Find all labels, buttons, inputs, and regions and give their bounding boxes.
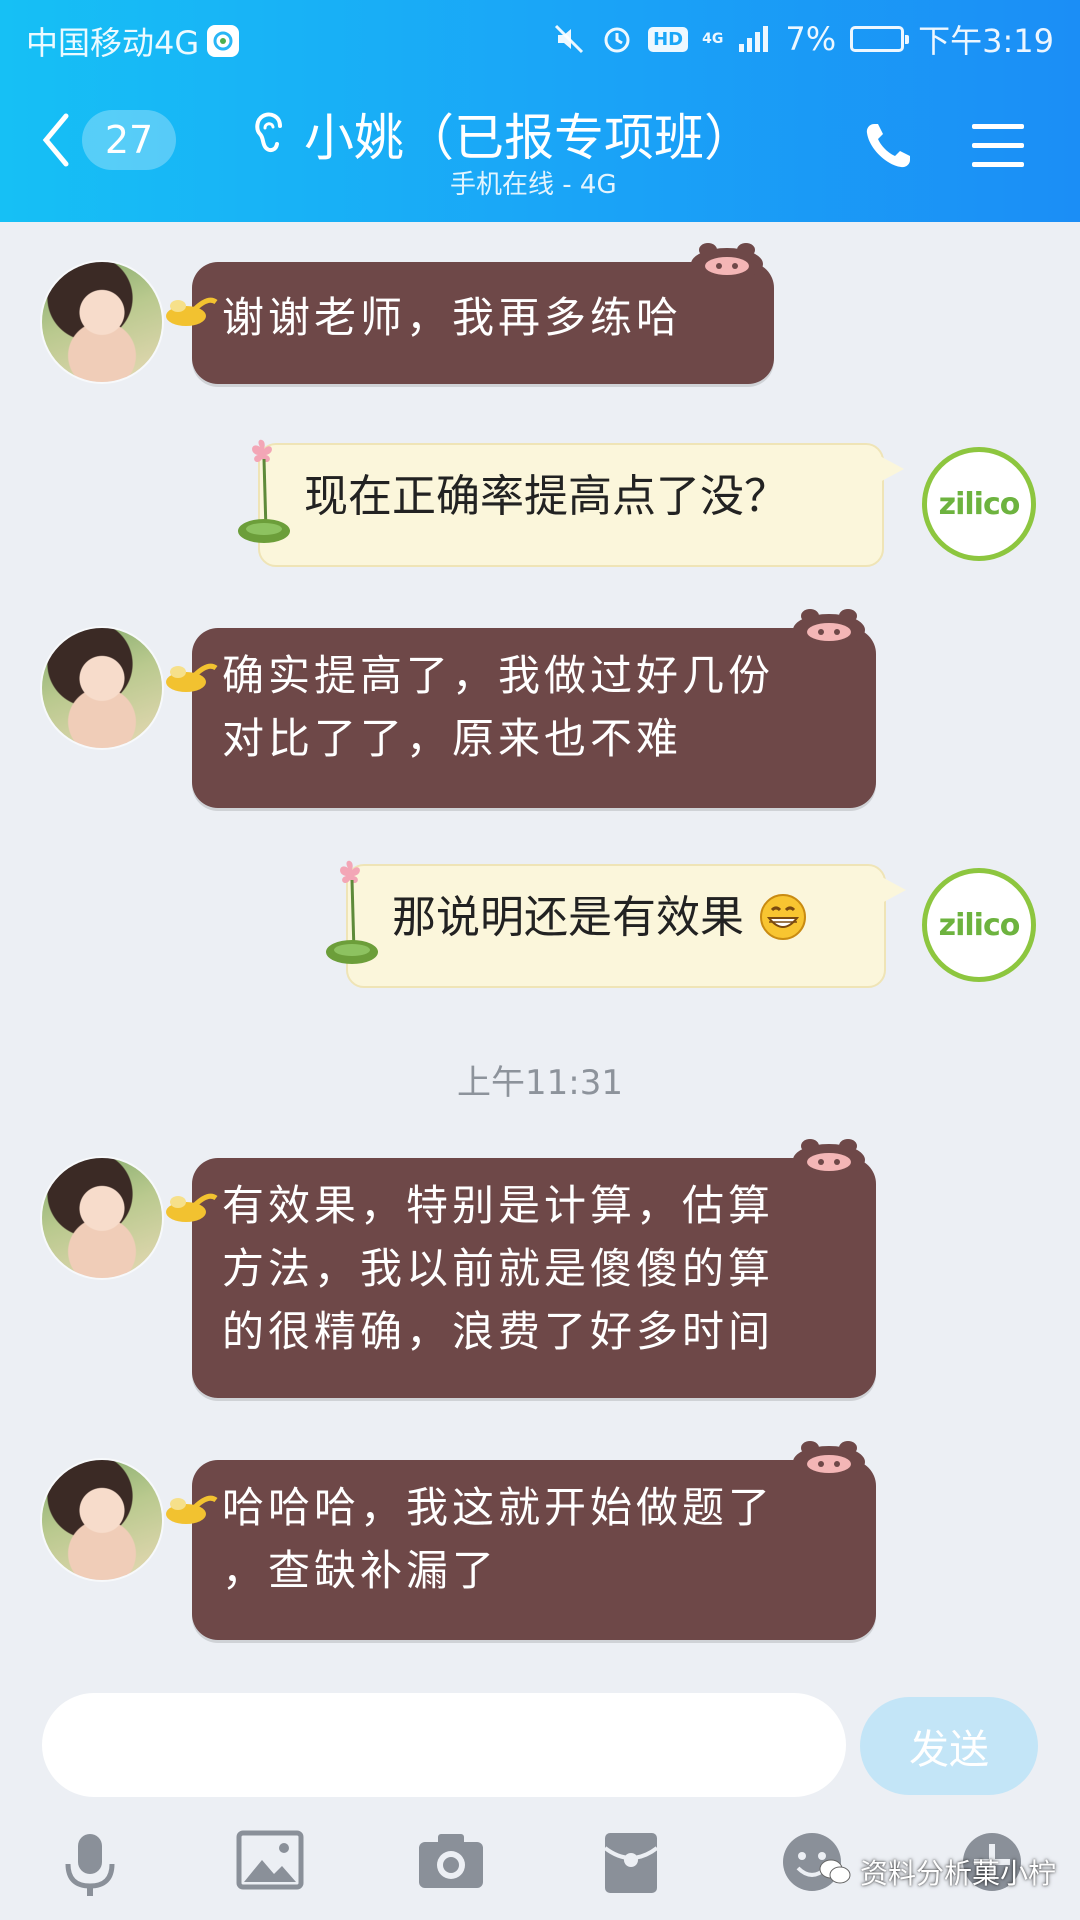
- message-input[interactable]: [42, 1693, 846, 1797]
- red-packet-button[interactable]: [602, 1830, 660, 1900]
- message-line: 对比了了，原来也不难: [222, 714, 683, 763]
- voice-button[interactable]: [60, 1830, 120, 1904]
- carrier-label: 中国移动4G: [26, 24, 200, 62]
- pig-decoration-icon: [793, 1441, 865, 1478]
- my-avatar[interactable]: zilico: [922, 447, 1036, 561]
- flower-decoration-icon: [166, 663, 218, 692]
- watermark-text: 资料分析菓小柠: [860, 1857, 1057, 1890]
- avatar-logo-text: zilico: [938, 907, 1021, 943]
- pig-decoration-icon: [793, 1139, 865, 1176]
- ear-icon: [255, 112, 282, 153]
- message-bubble-right[interactable]: 那说明还是有效果: [326, 860, 906, 988]
- message-bubble-left[interactable]: 哈哈哈，我这就开始做题了 ，查缺补漏了: [166, 1441, 876, 1640]
- my-avatar[interactable]: zilico: [922, 868, 1036, 982]
- online-status: 手机在线 - 4G: [450, 170, 617, 200]
- menu-button[interactable]: [970, 120, 1026, 176]
- camera-icon: [419, 1834, 483, 1888]
- mute-icon: [555, 24, 584, 54]
- contact-avatar[interactable]: [42, 628, 162, 748]
- network-label: 4G: [702, 31, 724, 47]
- back-button[interactable]: 27: [40, 110, 176, 170]
- message-bubble-left[interactable]: 确实提高了，我做过好几份 对比了了，原来也不难: [166, 609, 876, 808]
- contact-avatar[interactable]: [42, 262, 162, 382]
- alarm-icon: [604, 27, 630, 53]
- send-button[interactable]: 发送: [860, 1697, 1038, 1795]
- flower-decoration-icon: [166, 1193, 218, 1222]
- message-text: 谢谢老师，我再多练哈: [222, 293, 683, 342]
- call-button[interactable]: [860, 118, 916, 178]
- lotus-decoration-icon: [238, 439, 290, 543]
- contact-name: 小姚（已报专项班）: [304, 109, 754, 167]
- signal-icon: [739, 26, 769, 52]
- watermark: 资料分析菓小柠: [818, 1852, 1056, 1892]
- message-text: 那说明还是有效果: [392, 892, 744, 943]
- contact-avatar[interactable]: [42, 1158, 162, 1278]
- message-line: 有效果，特别是计算，估算: [222, 1181, 775, 1230]
- grin-emoji-icon: [760, 894, 806, 940]
- message-bubble-left[interactable]: 谢谢老师，我再多练哈: [166, 243, 774, 384]
- message-timestamp: 上午11:31: [457, 1063, 623, 1103]
- phone-icon: [866, 124, 910, 168]
- message-line: 哈哈哈，我这就开始做题了: [222, 1483, 775, 1532]
- red-packet-icon: [603, 1833, 659, 1893]
- avatar-logo-text: zilico: [938, 486, 1021, 522]
- unread-count-badge: 27: [82, 110, 176, 170]
- back-chevron-icon: [42, 113, 69, 167]
- flower-decoration-icon: [166, 1495, 218, 1524]
- lotus-decoration-icon: [326, 860, 378, 964]
- contact-avatar[interactable]: [42, 1460, 162, 1580]
- image-button[interactable]: [236, 1830, 304, 1894]
- camera-button[interactable]: [416, 1830, 486, 1896]
- message-line: ，查缺补漏了: [222, 1546, 499, 1595]
- hd-badge: HD: [648, 26, 689, 52]
- pig-decoration-icon: [691, 243, 763, 280]
- wechat-icon: [819, 1859, 851, 1884]
- message-line: 方法，我以前就是傻傻的算: [222, 1244, 775, 1293]
- battery-percent: 7%: [785, 20, 837, 58]
- chat-title[interactable]: 小姚（已报专项班） 手机在线 - 4G: [250, 98, 810, 200]
- image-icon: [236, 1830, 304, 1890]
- message-bubble-right[interactable]: 现在正确率提高点了没？: [238, 439, 904, 567]
- carrier-app-icon: [207, 25, 240, 57]
- message-line: 确实提高了，我做过好几份: [222, 651, 775, 700]
- flower-decoration-icon: [166, 297, 218, 326]
- microphone-icon: [65, 1834, 115, 1896]
- chat-header: 中国移动4G HD 4G 7% 下午3:19 27 小姚（已报专项班） 手机在线…: [0, 0, 1080, 222]
- message-line: 的很精确，浪费了好多时间: [222, 1307, 775, 1356]
- status-bar: 中国移动4G HD 4G 7% 下午3:19: [0, 0, 1080, 76]
- battery-icon: [850, 26, 910, 52]
- clock: 下午3:19: [918, 22, 1054, 60]
- pig-decoration-icon: [793, 609, 865, 646]
- carrier-info: 中国移动4G: [26, 18, 240, 64]
- menu-icon: [972, 124, 1024, 167]
- message-bubble-left[interactable]: 有效果，特别是计算，估算 方法，我以前就是傻傻的算 的很精确，浪费了好多时间: [166, 1139, 876, 1398]
- status-indicators: HD 4G 7% 下午3:19: [552, 16, 1054, 62]
- message-text: 现在正确率提高点了没？: [304, 471, 788, 522]
